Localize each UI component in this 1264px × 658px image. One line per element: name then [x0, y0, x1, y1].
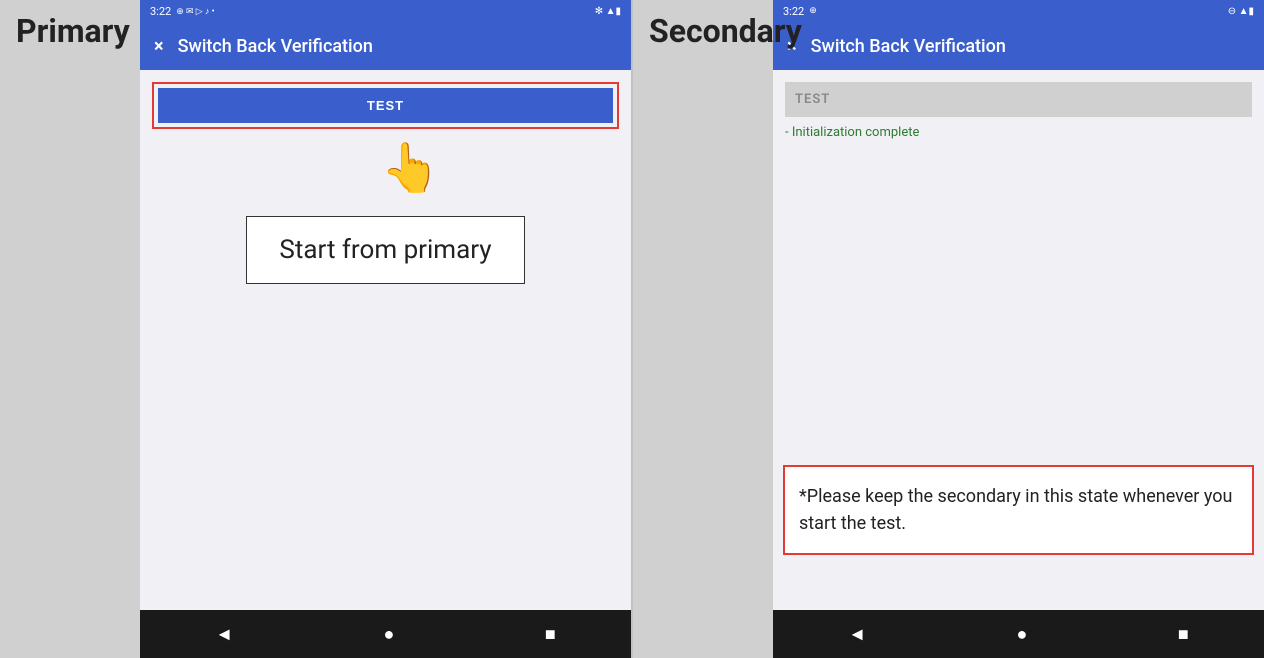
primary-nav-bar: ◄ ● ■: [140, 610, 631, 658]
secondary-label-text: Secondary: [649, 12, 802, 50]
primary-status-left: 3:22 ⊕ ✉ ▷ ♪ •: [150, 5, 215, 18]
secondary-panel: Secondary 3:22 ⊕ ⊖ ▲▮ × Switch Back Veri…: [633, 0, 1264, 658]
primary-app-bar-title: Switch Back Verification: [178, 36, 373, 57]
secondary-app-bar-title: Switch Back Verification: [811, 36, 1006, 57]
primary-close-button[interactable]: ×: [154, 36, 164, 57]
secondary-notice-text: *Please keep the secondary in this state…: [799, 486, 1232, 534]
primary-panel: Primary 3:22 ⊕ ✉ ▷ ♪ • ✻ ▲▮ × Switch Bac…: [0, 0, 631, 658]
secondary-test-btn-wrapper: TEST: [785, 82, 1252, 117]
secondary-nav-back[interactable]: ◄: [848, 624, 866, 645]
primary-nav-recents[interactable]: ■: [545, 624, 556, 645]
primary-phone-frame: 3:22 ⊕ ✉ ▷ ♪ • ✻ ▲▮ × Switch Back Verifi…: [140, 0, 631, 658]
primary-status-icons-left: ⊕ ✉ ▷ ♪ •: [176, 6, 214, 17]
secondary-test-button-disabled: TEST: [785, 82, 1252, 117]
secondary-label: Secondary: [633, 0, 773, 658]
primary-status-icons-right: ✻ ▲▮: [595, 6, 621, 17]
secondary-nav-recents[interactable]: ■: [1178, 624, 1189, 645]
hand-cursor-icon: 👆: [381, 139, 441, 196]
primary-time: 3:22: [150, 5, 171, 18]
secondary-content: TEST - Initialization complete *Please k…: [773, 70, 1264, 610]
primary-label-text: Primary: [16, 12, 130, 50]
secondary-phone-frame: 3:22 ⊕ ⊖ ▲▮ × Switch Back Verification T…: [773, 0, 1264, 658]
primary-app-bar: × Switch Back Verification: [140, 22, 631, 70]
primary-status-bar: 3:22 ⊕ ✉ ▷ ♪ • ✻ ▲▮: [140, 0, 631, 22]
secondary-status-icons-left: ⊕: [809, 6, 817, 16]
secondary-nav-home[interactable]: ●: [1017, 624, 1028, 645]
primary-test-button[interactable]: TEST: [158, 88, 613, 123]
secondary-status-icons-right: ⊖ ▲▮: [1228, 6, 1254, 17]
secondary-app-bar: × Switch Back Verification: [773, 22, 1264, 70]
primary-nav-back[interactable]: ◄: [215, 624, 233, 645]
primary-label: Primary: [0, 0, 140, 658]
primary-status-right: ✻ ▲▮: [595, 6, 621, 17]
primary-content: TEST 👆 Start from primary: [140, 70, 631, 610]
start-from-primary-box: Start from primary: [246, 216, 524, 284]
primary-nav-home[interactable]: ●: [384, 624, 395, 645]
secondary-status-right: ⊖ ▲▮: [1228, 6, 1254, 17]
secondary-notice-box: *Please keep the secondary in this state…: [783, 465, 1254, 555]
secondary-status-bar: 3:22 ⊕ ⊖ ▲▮: [773, 0, 1264, 22]
secondary-nav-bar: ◄ ● ■: [773, 610, 1264, 658]
primary-test-btn-wrapper: TEST: [152, 82, 619, 129]
start-from-primary-text: Start from primary: [279, 235, 491, 265]
initialization-text: - Initialization complete: [785, 125, 919, 140]
